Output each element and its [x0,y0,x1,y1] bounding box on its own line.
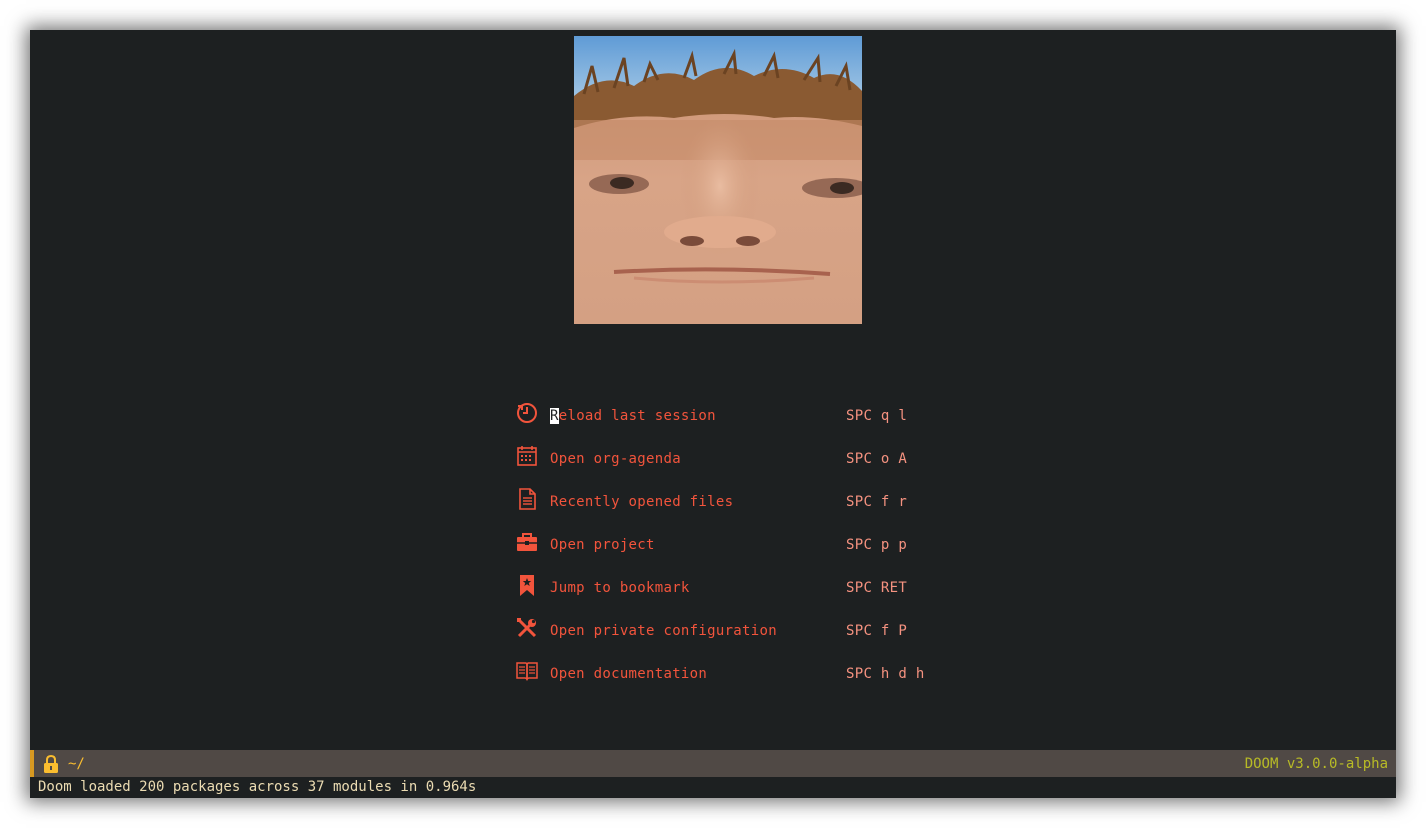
menu-item-keybinding: SPC q l [846,408,908,424]
emacs-window: Reload last session SPC q l Open org-age… [30,30,1396,798]
reload-icon [516,402,538,424]
bookmark-icon [516,574,538,596]
menu-item-keybinding: SPC RET [846,580,908,596]
echo-area: Doom loaded 200 packages across 37 modul… [30,777,1396,798]
book-icon [516,660,538,682]
menu-item-label: Open org-agenda [550,451,681,467]
menu-item-keybinding: SPC f r [846,494,908,510]
text-cursor: R [550,408,559,424]
menu-item-reload-last-session[interactable]: Reload last session SPC q l [516,402,956,445]
menu-item-label: Open documentation [550,666,708,682]
menu-item-open-project[interactable]: Open project SPC p p [516,531,956,574]
menu-item-keybinding: SPC o A [846,451,908,467]
menu-item-recently-opened-files[interactable]: Recently opened files SPC f r [516,488,956,531]
lock-icon [42,754,60,773]
modeline: ~/ DOOM v3.0.0-alpha [30,750,1396,777]
calendar-icon [516,445,538,467]
menu-item-label: Open project [550,537,655,553]
modeline-active-indicator [30,750,34,777]
file-icon [516,488,538,510]
menu-item-keybinding: SPC p p [846,537,908,553]
menu-item-keybinding: SPC f P [846,623,908,639]
modeline-doom-version: DOOM v3.0.0-alpha [1244,756,1388,772]
dashboard-menu: Reload last session SPC q l Open org-age… [516,402,956,703]
menu-item-open-private-configuration[interactable]: Open private configuration SPC f P [516,617,956,660]
menu-item-open-documentation[interactable]: Open documentation SPC h d h [516,660,956,703]
menu-item-label: Jump to bookmark [550,580,690,596]
echo-message: Doom loaded 200 packages across 37 modul… [38,779,477,795]
modeline-buffer-path[interactable]: ~/ [68,756,85,772]
menu-item-label: Open private configuration [550,623,777,639]
menu-item-label: Reload last session [550,408,716,424]
menu-item-label: Recently opened files [550,494,734,510]
menu-item-keybinding: SPC h d h [846,666,925,682]
tools-icon [516,617,538,639]
dashboard-banner-image [574,36,862,324]
menu-item-jump-to-bookmark[interactable]: Jump to bookmark SPC RET [516,574,956,617]
menu-item-open-org-agenda[interactable]: Open org-agenda SPC o A [516,445,956,488]
briefcase-icon [516,531,538,553]
